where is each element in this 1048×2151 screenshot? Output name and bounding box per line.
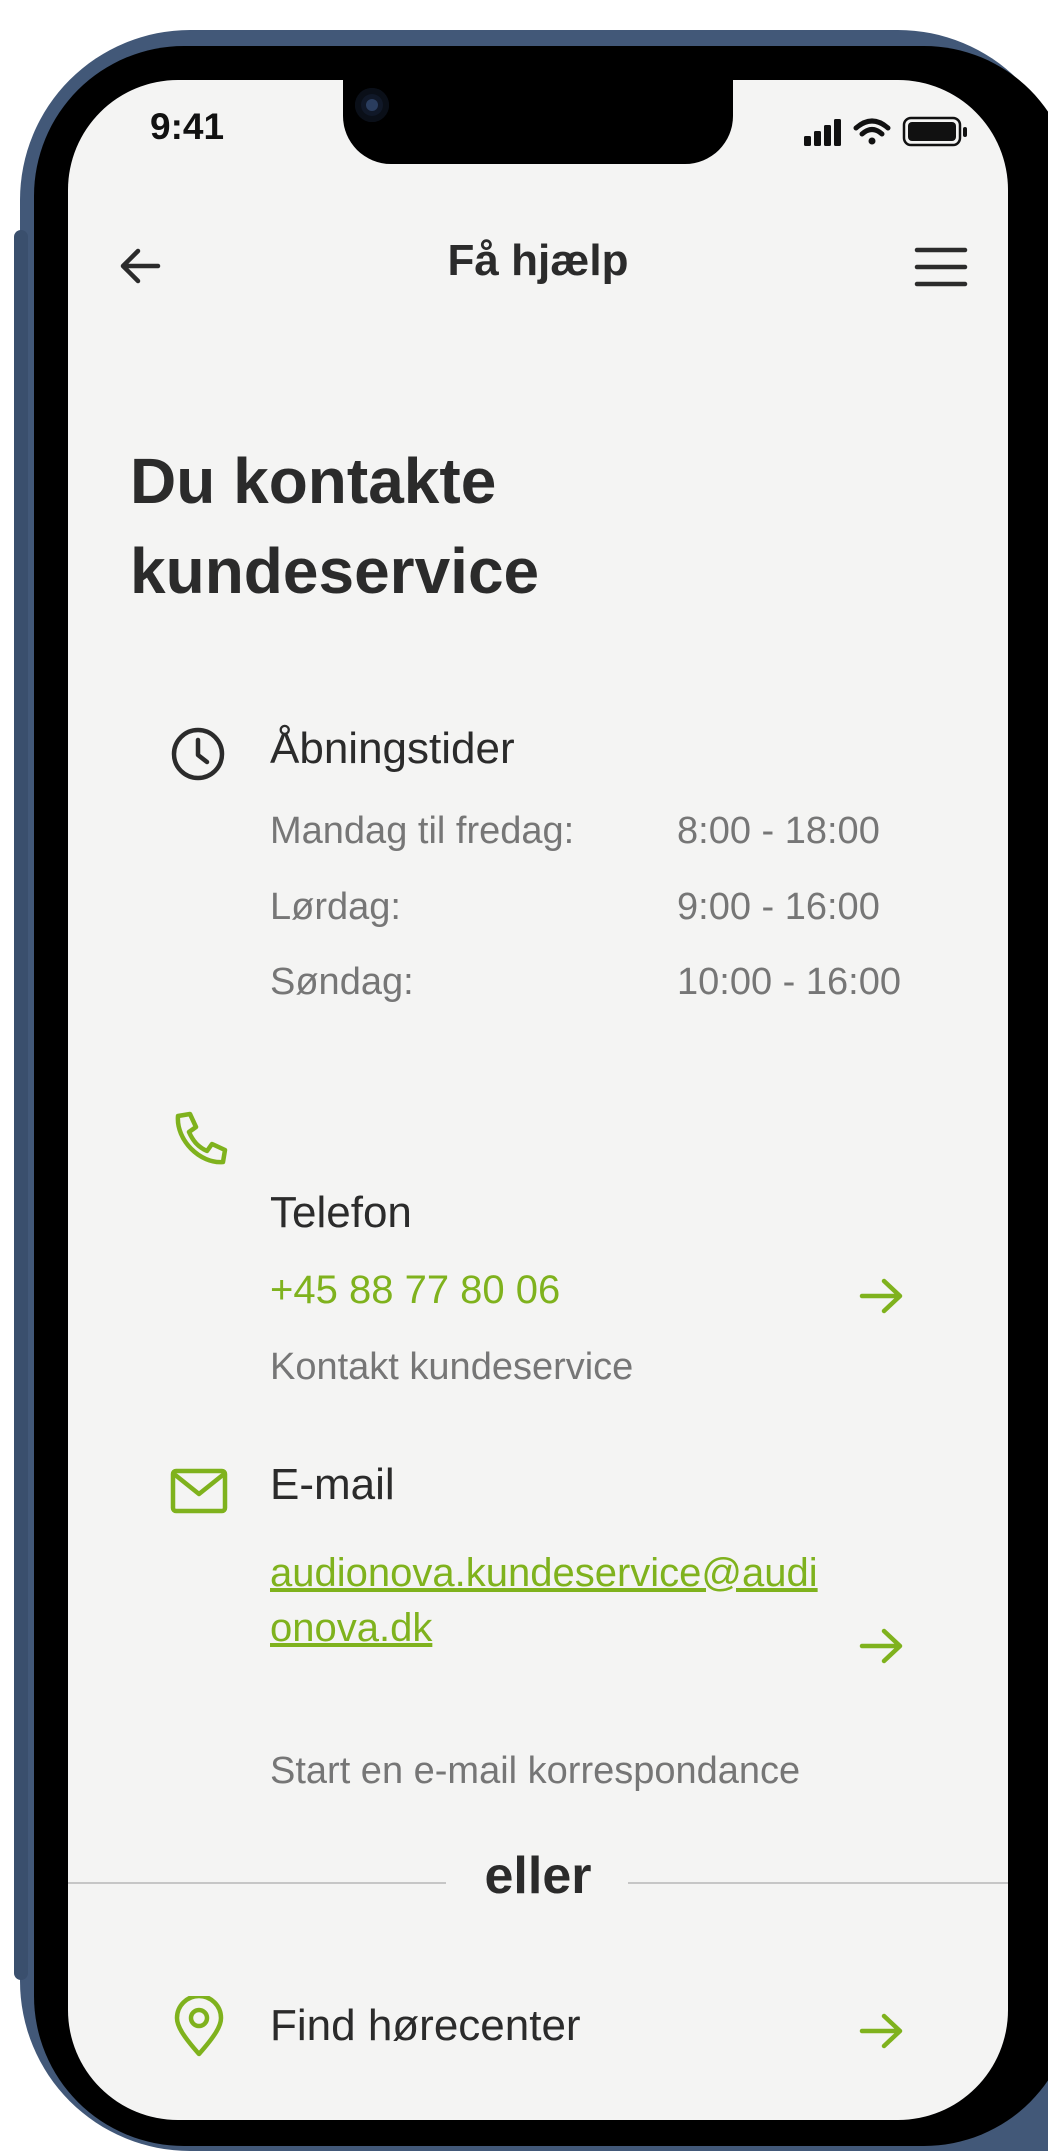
menu-button[interactable] [914,246,968,288]
opening-hours-heading: Åbningstider [270,724,515,773]
find-center-link[interactable]: Find hørecenter [270,2001,581,2051]
phone-heading: Telefon [270,1188,412,1237]
status-icons [804,116,974,147]
page-header-title: Få hjælp [447,236,629,285]
email-heading: E-mail [270,1460,395,1509]
hours-row-value: 8:00 - 18:00 [677,810,880,852]
hamburger-menu-icon [914,247,968,287]
arrow-right-icon[interactable] [858,1276,906,1316]
hours-row-label: Mandag til fredag: [270,810,575,852]
wifi-icon [853,118,891,145]
notch [343,80,733,164]
front-camera [355,88,389,122]
screen: 9:41 Få hjælp Du kontakte kundeservice Å… [68,80,1008,2120]
arrow-right-icon[interactable] [858,2011,906,2051]
email-description: Start en e-mail korrespondance [270,1750,801,1792]
signal-icon [804,119,841,146]
clock-icon [171,727,225,781]
device-side-edge [14,230,28,1980]
location-pin-icon [174,1996,224,2057]
divider-label: eller [484,1847,592,1905]
phone-description: Kontakt kundeservice [270,1346,634,1388]
hours-row-value: 9:00 - 16:00 [677,886,880,928]
email-address-link[interactable]: audionova.kundeservice@audionova.dk [270,1546,830,1656]
mail-icon [170,1468,228,1514]
arrow-right-icon[interactable] [858,1626,906,1666]
phone-number-link[interactable]: +45 88 77 80 06 [270,1268,560,1313]
battery-icon [902,116,967,147]
hours-row-value: 10:00 - 16:00 [677,961,901,1003]
page-title: Du kontakte kundeservice [130,445,540,607]
phone-icon [175,1111,228,1165]
status-time: 9:41 [150,106,225,147]
hours-row-label: Lørdag: [270,886,401,928]
hours-row-label: Søndag: [270,961,414,1003]
